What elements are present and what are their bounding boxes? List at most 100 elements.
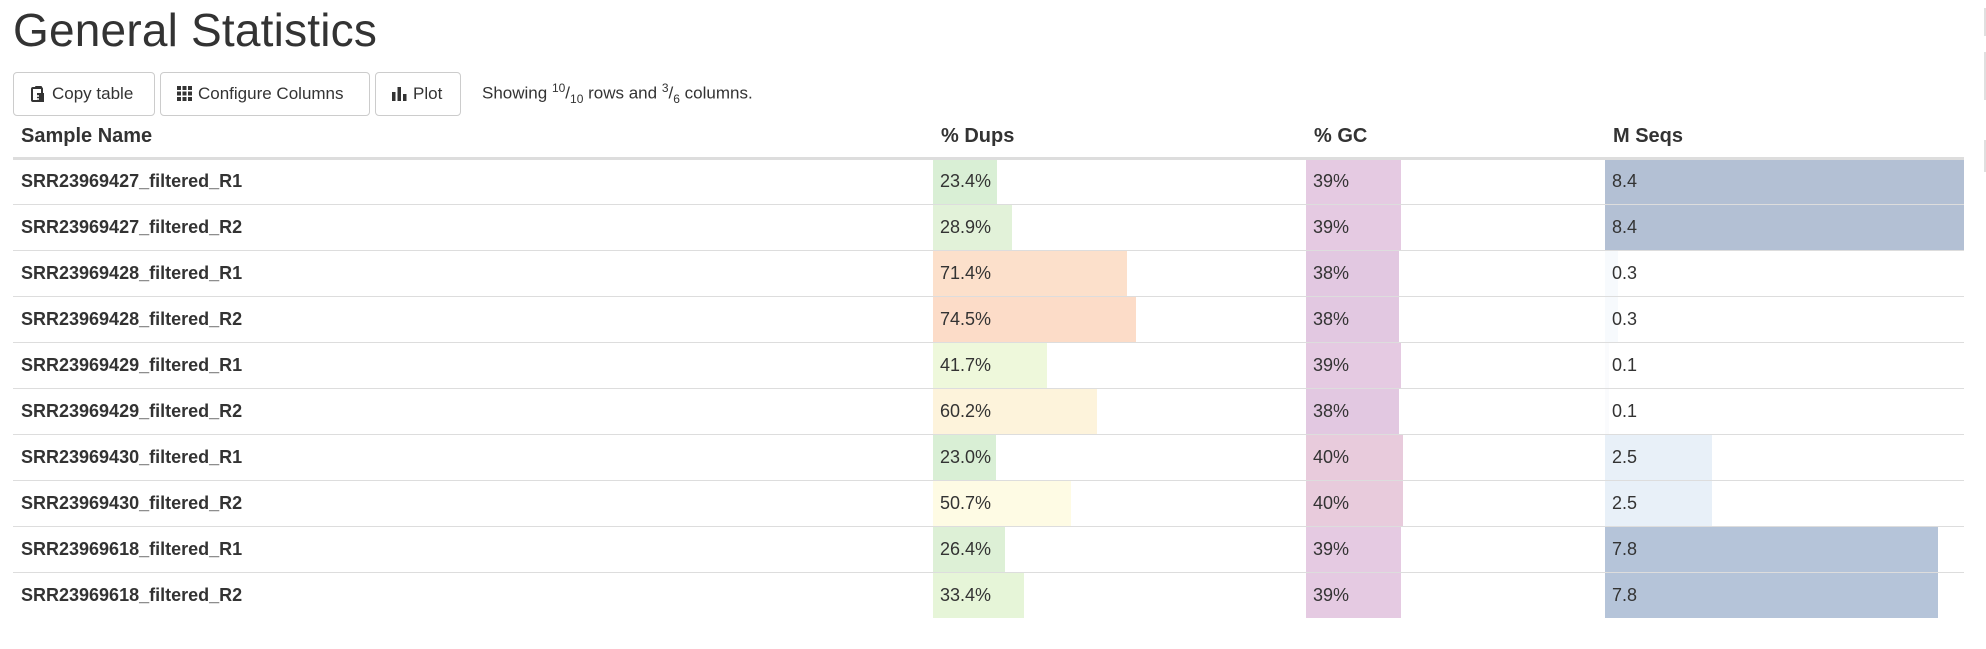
table-row: SRR23969428_filtered_R2 74.5% 38% 0.3 (13, 295, 1964, 342)
general-stats-table: Sample Name % Dups % GC M Seqs SRR239694… (13, 117, 1964, 618)
sample-name-cell: SRR23969427_filtered_R1 (21, 171, 243, 191)
configure-columns-label: Configure Columns (198, 83, 344, 103)
dups-cell: 26.4% (933, 525, 1306, 572)
grid-icon (177, 86, 192, 101)
copy-icon (30, 85, 46, 103)
gc-cell: 39% (1306, 203, 1605, 250)
m-seqs-cell: 0.3 (1605, 249, 1964, 296)
m-seqs-cell: 7.8 (1605, 571, 1964, 618)
dups-value: 50.7% (940, 492, 992, 513)
m-seqs-value: 0.1 (1612, 354, 1638, 375)
table-row-col-count: Showing 10/10 rows and 3/6 columns. (482, 80, 753, 107)
dups-cell: 74.5% (933, 295, 1306, 342)
sample-name-cell: SRR23969427_filtered_R2 (13, 203, 933, 250)
column-header-dups[interactable]: % Dups (933, 117, 1306, 160)
m-seqs-cell: 7.8 (1605, 525, 1964, 572)
dups-cell: 28.9% (933, 203, 1306, 250)
sample-name-cell: SRR23969429_filtered_R2 (13, 387, 933, 434)
sample-name-cell: SRR23969429_filtered_R1 (13, 341, 933, 388)
gc-value: 39% (1313, 216, 1350, 237)
m-seqs-bar (1605, 204, 1964, 250)
m-seqs-value: 2.5 (1612, 446, 1638, 467)
gc-cell: 40% (1306, 479, 1605, 526)
m-seqs-value: 0.3 (1612, 308, 1638, 329)
table-row: SRR23969618_filtered_R2 33.4% 39% 7.8 (13, 571, 1964, 618)
copy-table-label: Copy table (52, 83, 134, 103)
gc-value: 38% (1313, 262, 1350, 283)
dups-value: 28.9% (940, 216, 992, 237)
table-row: SRR23969427_filtered_R2 28.9% 39% 8.4 (13, 203, 1964, 250)
gc-value: 39% (1313, 584, 1350, 605)
gc-cell: 39% (1306, 341, 1605, 388)
m-seqs-value: 0.3 (1612, 262, 1638, 283)
table-row: SRR23969430_filtered_R2 50.7% 40% 2.5 (13, 479, 1964, 526)
m-seqs-value: 8.4 (1612, 171, 1638, 191)
dups-value: 74.5% (940, 308, 992, 329)
dups-value: 23.4% (940, 171, 992, 191)
dups-value: 26.4% (940, 538, 992, 559)
m-seqs-cell: 2.5 (1605, 479, 1964, 526)
m-seqs-value: 7.8 (1612, 538, 1638, 559)
sample-name-cell: SRR23969428_filtered_R2 (13, 295, 933, 342)
m-seqs-bar (1605, 572, 1939, 618)
sample-name-cell: SRR23969618_filtered_R1 (13, 525, 933, 572)
dups-value: 23.0% (940, 446, 992, 467)
table-row: SRR23969430_filtered_R1 23.0% 40% 2.5 (13, 433, 1964, 480)
dups-cell: 23.0% (933, 433, 1306, 480)
m-seqs-cell: 0.1 (1605, 387, 1964, 434)
m-seqs-cell: 8.4 (1605, 158, 1964, 204)
gc-cell: 40% (1306, 433, 1605, 480)
gc-value: 38% (1313, 308, 1350, 329)
page-scrollbar[interactable] (1982, 0, 1986, 649)
dups-value: 60.2% (940, 400, 992, 421)
sample-name-cell: SRR23969428_filtered_R1 (13, 249, 933, 296)
column-header-sample-name[interactable]: Sample Name (13, 117, 933, 160)
gc-cell: 38% (1306, 387, 1605, 434)
m-seqs-value: 2.5 (1612, 492, 1638, 513)
gc-value: 40% (1313, 446, 1350, 467)
bar-chart-icon (392, 86, 407, 101)
dups-cell: 50.7% (933, 479, 1306, 526)
m-seqs-bar (1605, 526, 1939, 572)
table-row: SRR23969618_filtered_R1 26.4% 39% 7.8 (13, 525, 1964, 572)
gc-cell: 38% (1306, 249, 1605, 296)
column-header-m-seqs[interactable]: M Seqs (1605, 117, 1964, 160)
table-row: SRR23969429_filtered_R2 60.2% 38% 0.1 (13, 387, 1964, 434)
gc-value: 39% (1313, 171, 1350, 191)
m-seqs-value: 0.1 (1612, 400, 1638, 421)
gc-cell: 39% (1306, 525, 1605, 572)
gc-value: 39% (1313, 538, 1350, 559)
table-row: SRR23969427_filtered_R1 23.4% 39% 8.4 (13, 158, 1964, 204)
gc-cell: 39% (1306, 158, 1605, 204)
dups-cell: 60.2% (933, 387, 1306, 434)
sample-name-cell: SRR23969430_filtered_R1 (13, 433, 933, 480)
table-toolbar: Copy table Configure Columns Plot Showin… (13, 71, 753, 116)
dups-cell: 33.4% (933, 571, 1306, 618)
configure-columns-button[interactable]: Configure Columns (160, 71, 370, 116)
m-seqs-value: 8.4 (1612, 216, 1638, 237)
gc-cell: 39% (1306, 571, 1605, 618)
m-seqs-cell: 0.1 (1605, 341, 1964, 388)
m-seqs-cell: 0.3 (1605, 295, 1964, 342)
m-seqs-value: 7.8 (1612, 584, 1638, 605)
plot-button[interactable]: Plot (375, 71, 461, 116)
column-header-gc[interactable]: % GC (1306, 117, 1605, 160)
dups-value: 71.4% (940, 262, 992, 283)
gc-value: 40% (1313, 492, 1350, 513)
m-seqs-cell: 2.5 (1605, 433, 1964, 480)
plot-label: Plot (413, 83, 443, 103)
dups-cell: 71.4% (933, 249, 1306, 296)
table-row: SRR23969428_filtered_R1 71.4% 38% 0.3 (13, 249, 1964, 296)
table-row: SRR23969429_filtered_R1 41.7% 39% 0.1 (13, 341, 1964, 388)
table-header-row: Sample Name % Dups % GC M Seqs (13, 117, 1964, 160)
gc-cell: 38% (1306, 295, 1605, 342)
m-seqs-cell: 8.4 (1605, 203, 1964, 250)
gc-value: 39% (1313, 354, 1350, 375)
dups-value: 33.4% (940, 584, 992, 605)
sample-name-cell: SRR23969618_filtered_R2 (13, 571, 933, 618)
dups-value: 41.7% (940, 354, 992, 375)
page-title: General Statistics (13, 4, 378, 56)
sample-name-cell: SRR23969430_filtered_R2 (13, 479, 933, 526)
copy-table-button[interactable]: Copy table (13, 71, 155, 116)
gc-value: 38% (1313, 400, 1350, 421)
